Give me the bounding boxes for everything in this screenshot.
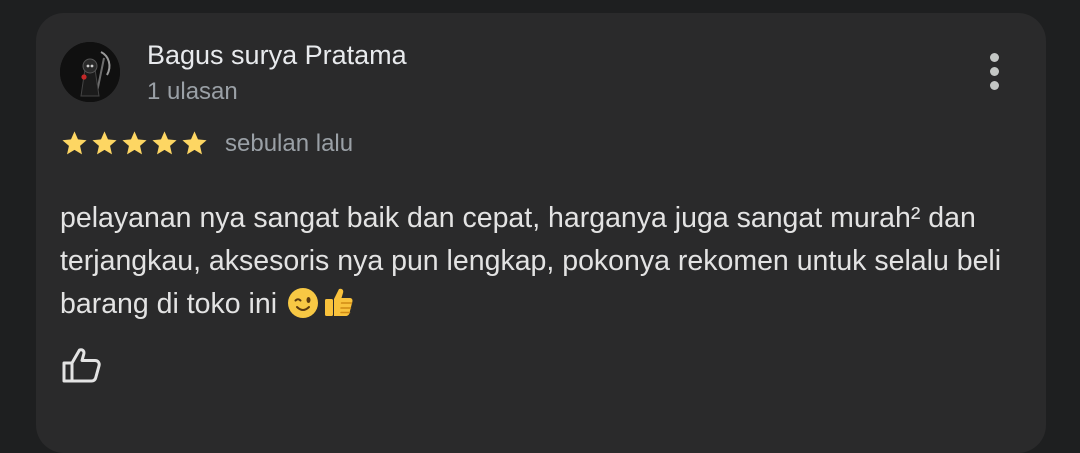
grim-reaper-avatar-icon	[60, 42, 120, 102]
star-icon	[92, 131, 117, 155]
author-review-count: 1 ulasan	[147, 78, 238, 105]
review-body: pelayanan nya sangat baik dan cepat, har…	[60, 202, 1002, 320]
avatar[interactable]	[60, 42, 120, 102]
more-vert-icon	[989, 52, 999, 62]
star-icon	[62, 131, 87, 155]
review-date: sebulan lalu	[225, 130, 354, 157]
review-text: pelayanan nya sangat baik dan cepat, har…	[60, 197, 1040, 326]
thumb-up-outline-icon	[62, 348, 101, 383]
review-card: Bagus surya Pratama 1 ulasan sebulan lal…	[36, 13, 1046, 453]
like-button[interactable]	[60, 343, 104, 387]
author-name[interactable]: Bagus surya Pratama	[147, 38, 407, 72]
winking-face-emoji-icon	[287, 287, 319, 319]
star-rating	[60, 129, 209, 158]
star-icon	[182, 131, 207, 155]
more-options-button[interactable]	[978, 49, 1010, 93]
star-icon	[122, 131, 147, 155]
star-icon	[152, 131, 177, 155]
thumbs-up-emoji-icon	[321, 285, 355, 319]
